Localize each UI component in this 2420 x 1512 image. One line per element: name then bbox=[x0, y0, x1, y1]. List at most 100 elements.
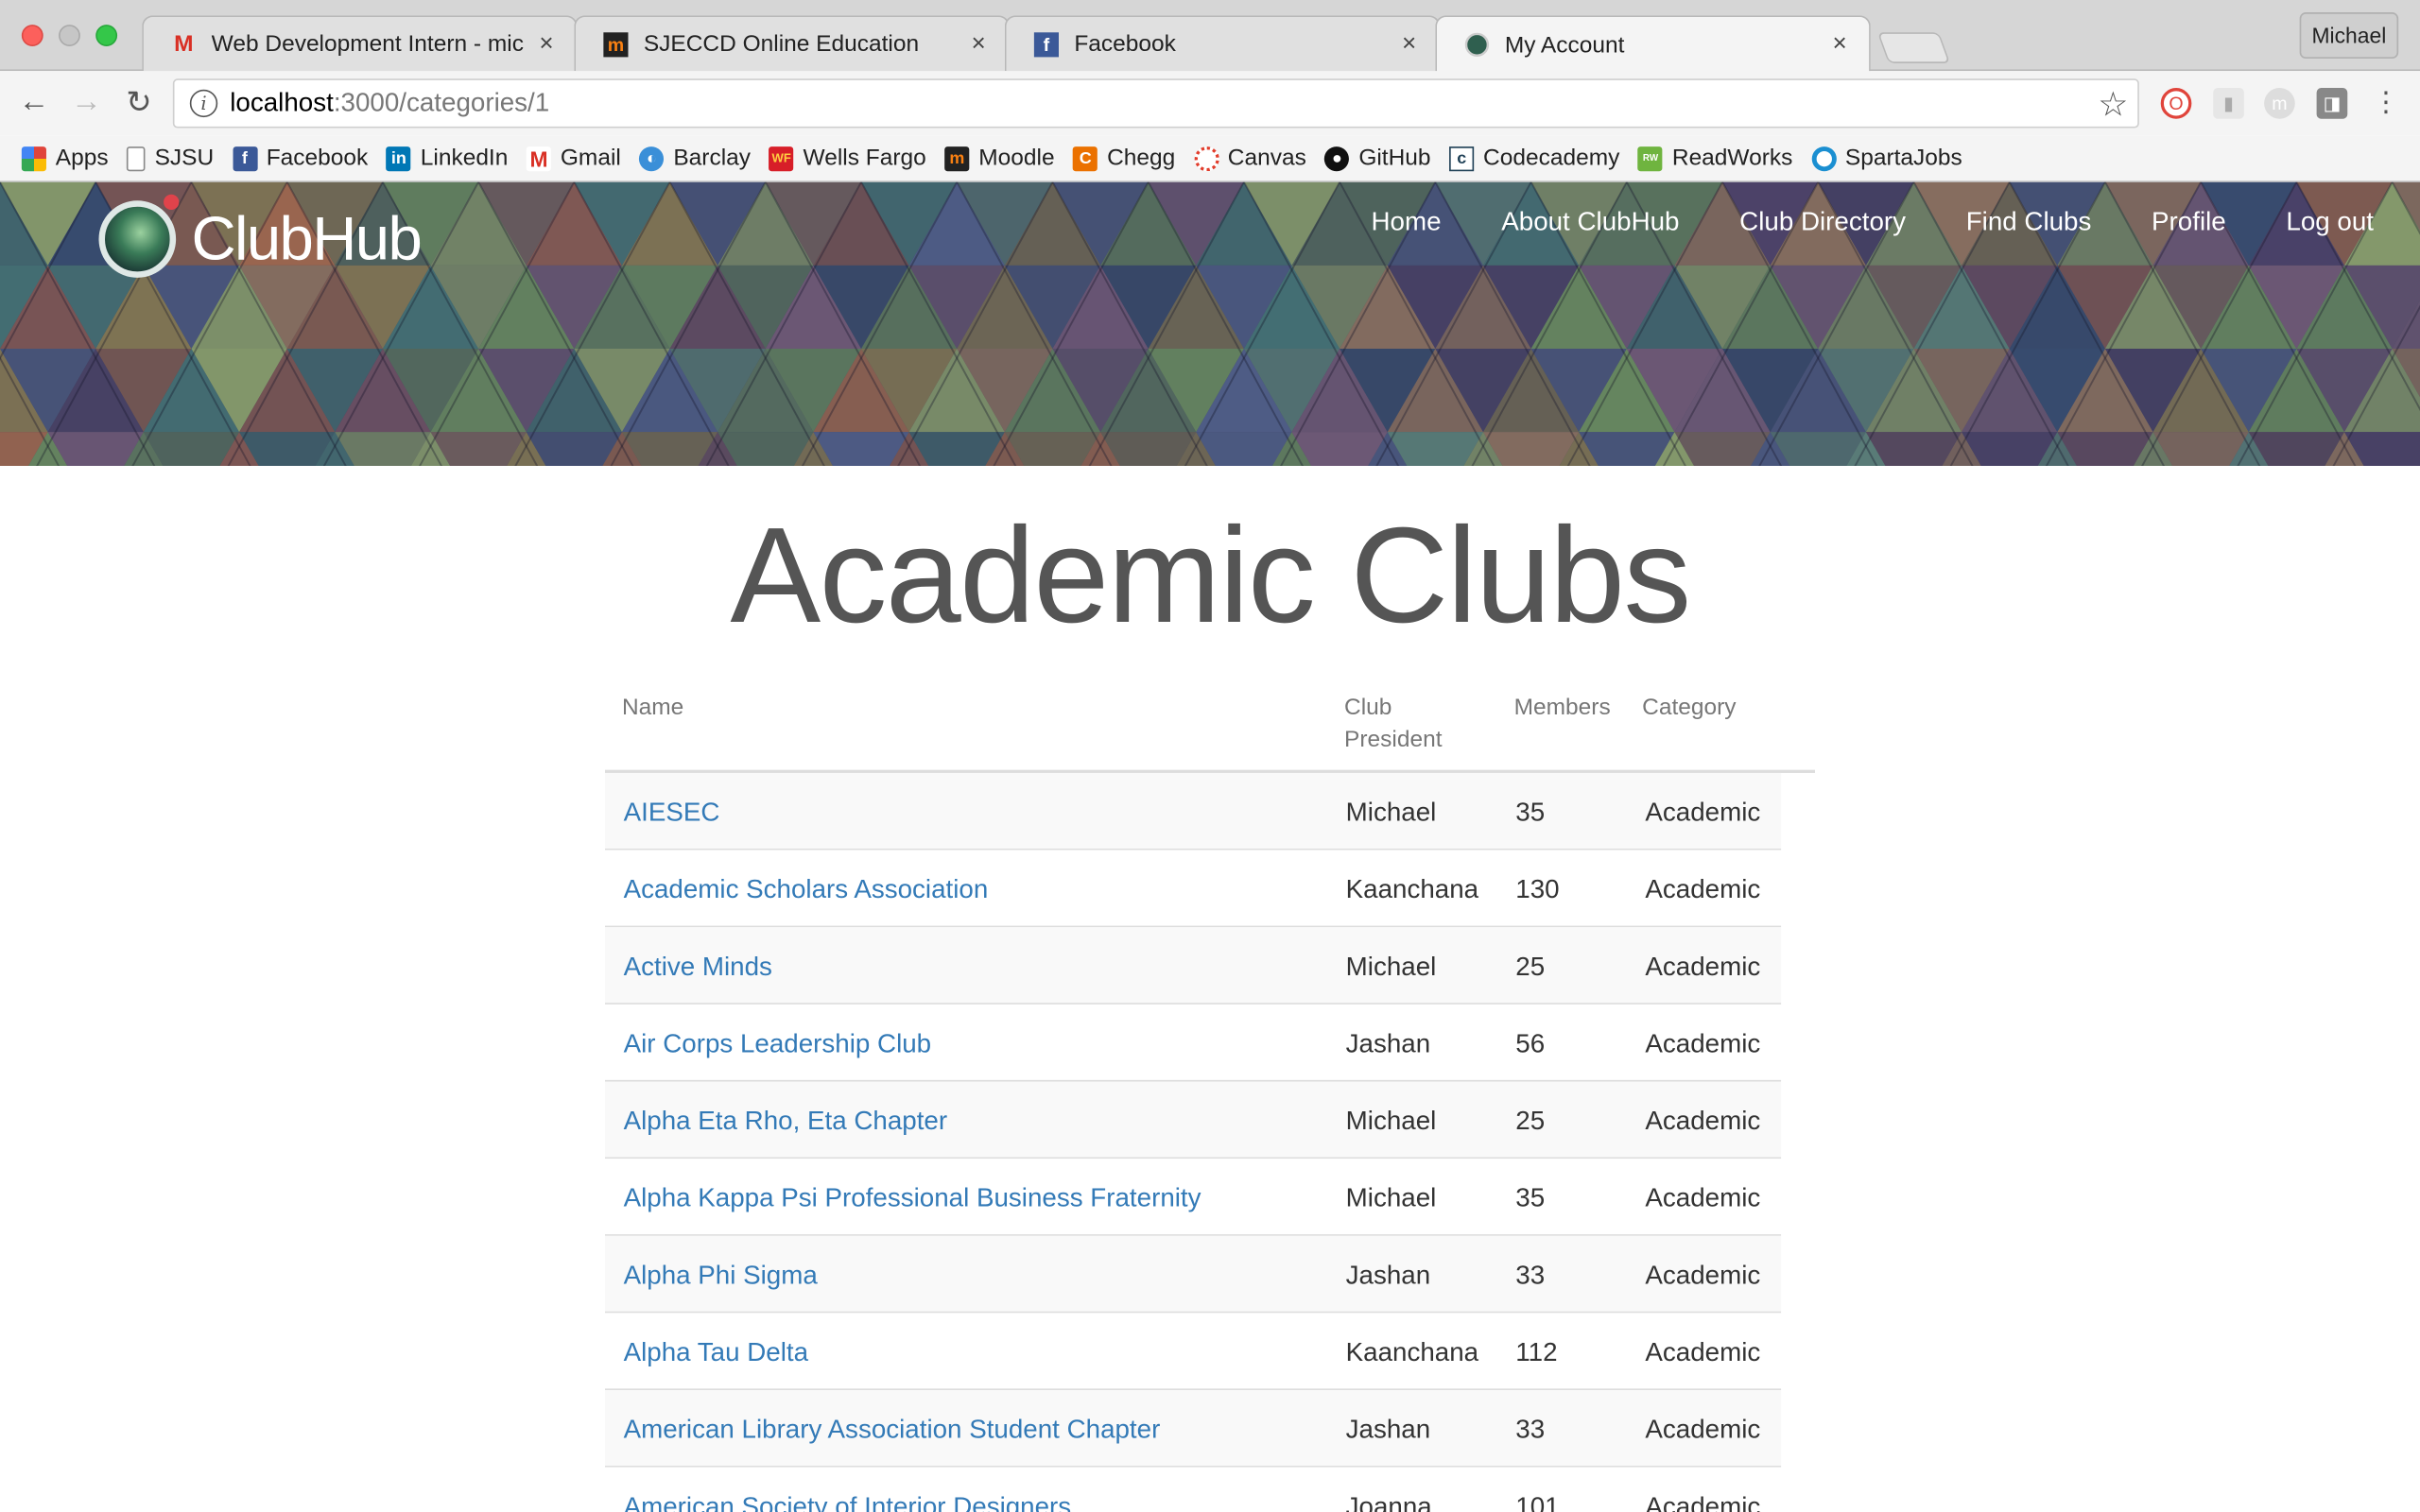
nav-club-directory[interactable]: Club Directory bbox=[1739, 207, 1906, 238]
browser-tab-bar: M Web Development Intern - mic × m SJECC… bbox=[0, 0, 2420, 73]
club-category: Academic bbox=[1645, 1337, 1761, 1367]
tab-close-icon[interactable]: × bbox=[968, 30, 990, 58]
bookmark-item[interactable]: f Facebook bbox=[232, 145, 368, 171]
bookmark-label: Barclay bbox=[673, 145, 752, 172]
club-category: Academic bbox=[1645, 952, 1761, 982]
bookmark-item[interactable]: c Codecademy bbox=[1449, 145, 1619, 171]
club-name-link[interactable]: Alpha Phi Sigma bbox=[624, 1259, 818, 1293]
facebook-icon: f bbox=[1033, 31, 1059, 57]
bookmark-label: ReadWorks bbox=[1671, 145, 1793, 172]
club-name-link[interactable]: American Library Association Student Cha… bbox=[624, 1414, 1161, 1448]
bookmark-item[interactable]: Apps bbox=[21, 145, 109, 172]
club-president: Joanna bbox=[1345, 1491, 1432, 1512]
club-name-link[interactable]: Alpha Eta Rho, Eta Chapter bbox=[624, 1105, 948, 1139]
tab-close-icon[interactable]: × bbox=[536, 30, 558, 58]
spartajobs-icon bbox=[1810, 146, 1837, 171]
address-bar[interactable]: i localhost:3000/categories/1 ☆ bbox=[172, 78, 2139, 129]
column-header-name: Name bbox=[621, 694, 684, 721]
back-arrow-icon[interactable]: ← bbox=[15, 83, 52, 120]
club-president: Jashan bbox=[1345, 1028, 1431, 1058]
new-tab-button[interactable] bbox=[1876, 32, 1951, 63]
tab-close-icon[interactable]: × bbox=[1829, 31, 1851, 59]
extension-icon[interactable]: ▮ bbox=[2213, 88, 2244, 119]
bookmark-label: LinkedIn bbox=[420, 145, 509, 172]
club-president: Jashan bbox=[1345, 1260, 1431, 1290]
menu-dots-icon[interactable]: ⋮ bbox=[2367, 83, 2404, 120]
club-president: Kaanchana bbox=[1345, 874, 1479, 904]
browser-tab-active[interactable]: My Account × bbox=[1435, 15, 1871, 73]
gmail-icon: M bbox=[174, 30, 194, 58]
site-logo[interactable]: ClubHub bbox=[98, 194, 423, 278]
bookmark-item[interactable]: WF Wells Fargo bbox=[769, 145, 926, 171]
bookmark-label: Apps bbox=[55, 145, 109, 172]
table-row: American Society of Interior Designers Jo… bbox=[605, 1467, 1782, 1512]
club-members: 33 bbox=[1515, 1260, 1546, 1290]
bookmark-item[interactable]: C Chegg bbox=[1073, 145, 1175, 171]
m-extension-icon[interactable]: m bbox=[2264, 88, 2295, 119]
extension-icon[interactable]: ◨ bbox=[2316, 88, 2348, 119]
browser-tab[interactable]: f Facebook × bbox=[1004, 15, 1441, 72]
tab-title: Facebook bbox=[1074, 30, 1176, 58]
club-members: 35 bbox=[1515, 1183, 1546, 1213]
clubhub-icon bbox=[1464, 32, 1490, 58]
barclay-icon: ◐ bbox=[639, 146, 665, 171]
nav-about[interactable]: About ClubHub bbox=[1501, 207, 1679, 238]
club-name-link[interactable]: Alpha Kappa Psi Professional Business Fr… bbox=[624, 1182, 1201, 1216]
tab-title: Web Development Intern - mic bbox=[211, 30, 524, 58]
tab-close-icon[interactable]: × bbox=[1398, 30, 1420, 58]
maximize-window-button[interactable] bbox=[95, 25, 118, 46]
bookmark-label: GitHub bbox=[1358, 145, 1431, 172]
reload-icon[interactable]: ↻ bbox=[120, 83, 157, 120]
nav-find-clubs[interactable]: Find Clubs bbox=[1966, 207, 2092, 238]
bookmark-item[interactable]: SJSU bbox=[127, 145, 214, 171]
nav-log-out[interactable]: Log out bbox=[2286, 207, 2374, 238]
bookmark-label: Chegg bbox=[1107, 145, 1176, 172]
info-icon[interactable]: i bbox=[189, 89, 218, 118]
browser-tab[interactable]: M Web Development Intern - mic × bbox=[142, 15, 578, 72]
club-members: 130 bbox=[1515, 874, 1560, 904]
page-title: Academic Clubs bbox=[730, 498, 1691, 651]
opera-extension-icon[interactable]: O bbox=[2160, 88, 2192, 119]
wells-fargo-icon: WF bbox=[769, 146, 794, 171]
profile-button[interactable]: Michael bbox=[2299, 12, 2399, 60]
bookmark-item[interactable]: RW ReadWorks bbox=[1637, 145, 1793, 172]
minimize-window-button[interactable] bbox=[59, 25, 80, 46]
bookmark-item[interactable]: M Gmail bbox=[526, 145, 621, 172]
table-row: Alpha Phi Sigma Jashan 33 Academic bbox=[605, 1235, 1782, 1314]
club-members: 56 bbox=[1515, 1028, 1546, 1058]
moodle-icon: m bbox=[603, 31, 629, 57]
clubhub-logo-icon bbox=[98, 194, 180, 278]
bookmark-item[interactable]: ● GitHub bbox=[1324, 145, 1431, 172]
gmail-icon: M bbox=[526, 146, 552, 171]
tab-title: My Account bbox=[1504, 31, 1625, 59]
table-row: Academic Scholars Association Kaanchana 13… bbox=[605, 850, 1782, 928]
bookmark-label: Gmail bbox=[560, 145, 621, 172]
browser-tab[interactable]: m SJECCD Online Education × bbox=[574, 15, 1010, 72]
brand-name: ClubHub bbox=[191, 204, 422, 273]
club-name-link[interactable]: Academic Scholars Association bbox=[624, 873, 989, 907]
club-name-link[interactable]: American Society of Interior Designers bbox=[624, 1490, 1072, 1512]
club-name-link[interactable]: Alpha Tau Delta bbox=[624, 1336, 808, 1370]
table-row: Alpha Kappa Psi Professional Business Fr… bbox=[605, 1159, 1782, 1236]
table-row: AIESEC Michael 35 Academic bbox=[605, 772, 1782, 850]
nav-home[interactable]: Home bbox=[1372, 207, 1442, 238]
clubs-table: Name Club President Members Category AIES… bbox=[605, 679, 1816, 1512]
forward-arrow-icon[interactable]: → bbox=[68, 83, 105, 120]
bookmark-item[interactable]: ◐ Barclay bbox=[639, 145, 751, 171]
nav-profile[interactable]: Profile bbox=[2152, 207, 2226, 238]
club-name-link[interactable]: Air Corps Leadership Club bbox=[624, 1027, 932, 1061]
club-category: Academic bbox=[1645, 874, 1761, 904]
bookmark-item[interactable]: m Moodle bbox=[944, 145, 1055, 171]
moodle-icon: m bbox=[944, 146, 970, 171]
club-name-link[interactable]: AIESEC bbox=[624, 796, 720, 830]
club-name-link[interactable]: Active Minds bbox=[624, 951, 772, 985]
close-window-button[interactable] bbox=[21, 25, 43, 46]
bookmark-item[interactable]: Canvas bbox=[1193, 145, 1306, 171]
bookmark-item[interactable]: SpartaJobs bbox=[1810, 145, 1962, 171]
bookmark-star-icon[interactable]: ☆ bbox=[2098, 85, 2128, 125]
tab-title: SJECCD Online Education bbox=[643, 30, 920, 58]
page-icon bbox=[127, 146, 146, 171]
bookmarks-bar: Apps SJSU f Facebook in LinkedIn M Gmail ◐ B… bbox=[0, 135, 2420, 182]
bookmark-item[interactable]: in LinkedIn bbox=[386, 145, 509, 172]
club-president: Michael bbox=[1345, 1106, 1437, 1136]
